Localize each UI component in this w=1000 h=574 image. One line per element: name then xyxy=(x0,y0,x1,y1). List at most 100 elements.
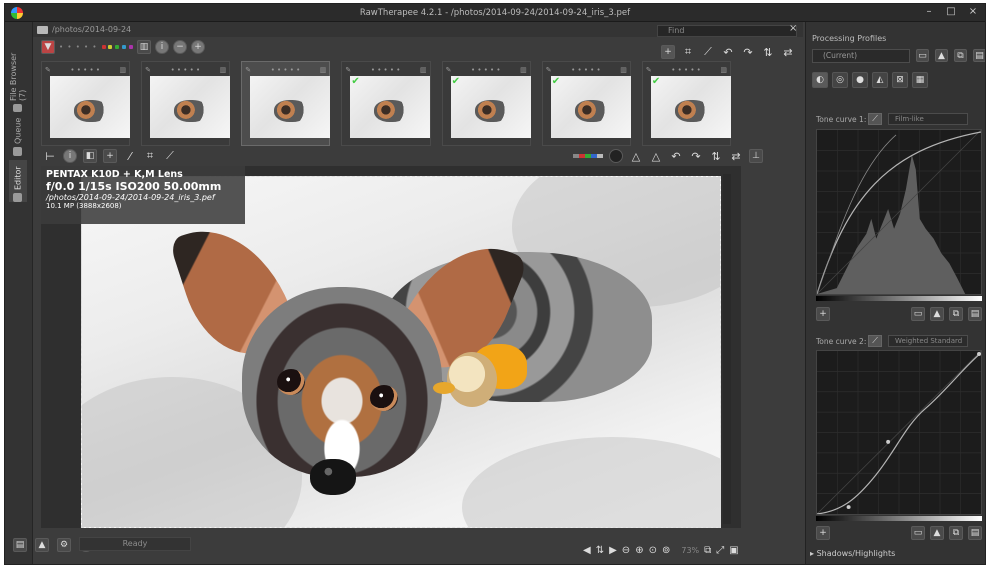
open-curve-icon[interactable]: ▭ xyxy=(911,307,925,321)
maximize-button[interactable]: □ xyxy=(945,6,957,17)
straighten-icon[interactable]: ⟋ xyxy=(701,45,715,59)
thumbnail-rating[interactable]: • • • • • xyxy=(571,66,601,74)
thumbnail-rating[interactable]: • • • • • xyxy=(70,66,100,74)
thumbnail[interactable]: ✎ • • • • • ▥ ✔ xyxy=(541,61,631,146)
trash-icon[interactable]: ▥ xyxy=(220,66,227,74)
paste-curve-icon[interactable]: ▤ xyxy=(968,526,982,540)
before-after-icon[interactable]: ◧ xyxy=(83,149,97,163)
crop-icon[interactable]: ⌗ xyxy=(681,45,695,59)
tab-color[interactable]: ● xyxy=(852,72,868,88)
navigate-previous-icon[interactable]: ◀ xyxy=(583,545,591,556)
thumbnail-rating[interactable]: • • • • • xyxy=(271,66,301,74)
highlight-clipping-warning-icon[interactable]: △ xyxy=(649,150,663,163)
tab-transform[interactable]: ⊠ xyxy=(892,72,908,88)
rotate-left-icon[interactable]: ↶ xyxy=(669,150,683,163)
current-folder-path[interactable]: /photos/2014-09-24 xyxy=(52,25,131,34)
preview-photo[interactable] xyxy=(81,176,721,528)
thumbnail-rating[interactable]: • • • • • xyxy=(471,66,501,74)
copy-curve-icon[interactable]: ⧉ xyxy=(949,307,963,321)
zoom-fit-icon[interactable]: ⊙ xyxy=(649,545,657,556)
info-overlay-icon[interactable]: i xyxy=(63,149,77,163)
paste-profile-icon[interactable]: ▤ xyxy=(973,49,985,62)
rank-filter-stars[interactable]: • • • • • xyxy=(59,43,98,51)
trash-icon[interactable]: ▥ xyxy=(320,66,327,74)
trash-icon[interactable]: ▥ xyxy=(137,40,152,54)
tab-details[interactable]: ◎ xyxy=(832,72,848,88)
flip-horizontal-icon[interactable]: ⇄ xyxy=(729,150,743,163)
preview-vertical-scrollbar[interactable] xyxy=(723,174,731,524)
open-profile-icon[interactable]: ▭ xyxy=(916,49,929,62)
curve-point[interactable] xyxy=(846,505,851,510)
curve-type-icon[interactable]: ⟋ xyxy=(868,335,882,347)
thumbnail-rating[interactable]: • • • • • xyxy=(671,66,701,74)
tab-queue[interactable]: Queue xyxy=(9,116,27,156)
trash-icon[interactable]: ▥ xyxy=(420,66,427,74)
thumbnail-rating[interactable]: • • • • • xyxy=(371,66,401,74)
minimize-button[interactable]: – xyxy=(923,6,935,17)
edit-points-icon[interactable]: + xyxy=(816,307,830,321)
profile-select[interactable]: (Current) xyxy=(812,49,910,63)
shadow-clipping-warning-icon[interactable]: △ xyxy=(629,150,643,163)
thumbnail[interactable]: ✎ • • • • • ▥ ✔ xyxy=(441,61,531,146)
zoom-out-icon[interactable]: − xyxy=(173,40,188,54)
save-profile-icon[interactable]: ▲ xyxy=(35,538,49,552)
zoom-in-icon[interactable]: + xyxy=(191,40,206,54)
navigate-next-icon[interactable]: ▶ xyxy=(609,545,617,556)
curve-point[interactable] xyxy=(977,351,981,356)
tone-curve-2-graph[interactable] xyxy=(817,351,981,514)
zoom-out-icon[interactable]: ⊖ xyxy=(622,545,630,556)
zoom-100-icon[interactable]: ⊚ xyxy=(662,545,670,556)
preferences-icon[interactable]: ⚙ xyxy=(57,538,71,552)
tone-curve-1-graph[interactable] xyxy=(817,130,981,294)
focus-mask-icon[interactable] xyxy=(609,149,623,163)
tab-file-browser[interactable]: File Browser (7) xyxy=(9,48,27,112)
save-curve-icon[interactable]: ▲ xyxy=(930,307,944,321)
close-browser-button[interactable]: × xyxy=(789,23,797,34)
history-panel-toggle-icon[interactable]: ⊢ xyxy=(43,150,57,163)
sync-icon[interactable]: ⇅ xyxy=(596,545,604,556)
save-curve-icon[interactable]: ▲ xyxy=(930,526,944,540)
find-input[interactable]: Find xyxy=(657,25,797,37)
new-detail-window-icon[interactable]: ⧉ xyxy=(704,545,711,556)
tone-curve-2-editor[interactable] xyxy=(816,350,982,515)
crop-icon[interactable]: ⌗ xyxy=(143,149,157,163)
hand-tool-icon[interactable]: + xyxy=(661,45,675,59)
edit-points-icon[interactable]: + xyxy=(816,526,830,540)
trash-icon[interactable]: ▥ xyxy=(120,66,127,74)
thumbnail[interactable]: ✎ • • • • • ▥ xyxy=(141,61,231,146)
tone-curve-2-mode-select[interactable]: Weighted Standard xyxy=(888,335,968,347)
trash-icon[interactable]: ▥ xyxy=(520,66,527,74)
paste-curve-icon[interactable]: ▤ xyxy=(968,307,982,321)
tone-curve-1-editor[interactable] xyxy=(816,129,982,295)
history-icon[interactable]: ▤ xyxy=(13,538,27,552)
shadows-highlights-expander[interactable]: ▸ Shadows/Highlights xyxy=(810,549,895,558)
tab-exposure[interactable]: ◐ xyxy=(812,72,828,88)
save-profile-icon[interactable]: ▲ xyxy=(935,49,948,62)
straighten-icon[interactable]: ⟋ xyxy=(163,149,177,163)
thumbnail[interactable]: ✎ • • • • • ▥ xyxy=(41,61,131,146)
trash-icon[interactable]: ▥ xyxy=(720,66,727,74)
tab-raw[interactable]: ▦ xyxy=(912,72,928,88)
tone-curve-1-mode-select[interactable]: Film-like xyxy=(888,113,968,125)
rotate-left-icon[interactable]: ↶ xyxy=(721,46,735,59)
color-label-filter[interactable] xyxy=(101,42,134,52)
open-curve-icon[interactable]: ▭ xyxy=(911,526,925,540)
panel-toggle-icon[interactable]: ▣ xyxy=(729,545,738,556)
preview-channel-selector[interactable] xyxy=(573,151,603,161)
close-window-button[interactable]: × xyxy=(967,6,979,17)
copy-curve-icon[interactable]: ⧉ xyxy=(949,526,963,540)
curve-point[interactable] xyxy=(886,439,891,444)
rotate-right-icon[interactable]: ↷ xyxy=(689,150,703,163)
fullscreen-icon[interactable]: ⤢ xyxy=(716,545,724,556)
flip-vertical-icon[interactable]: ⇅ xyxy=(761,46,775,59)
flip-horizontal-icon[interactable]: ⇄ xyxy=(781,46,795,59)
tab-editor[interactable]: Editor xyxy=(9,160,27,202)
zoom-in-icon[interactable]: ⊕ xyxy=(635,545,643,556)
filter-icon[interactable]: ▼ xyxy=(41,40,55,54)
info-icon[interactable]: i xyxy=(155,40,170,54)
thumbnail-rating[interactable]: • • • • • xyxy=(171,66,201,74)
curve-type-icon[interactable]: ⟋ xyxy=(868,113,882,125)
rotate-right-icon[interactable]: ↷ xyxy=(741,46,755,59)
flip-vertical-icon[interactable]: ⇅ xyxy=(709,150,723,163)
filmstrip-toggle-icon[interactable]: ⊥ xyxy=(749,149,763,163)
